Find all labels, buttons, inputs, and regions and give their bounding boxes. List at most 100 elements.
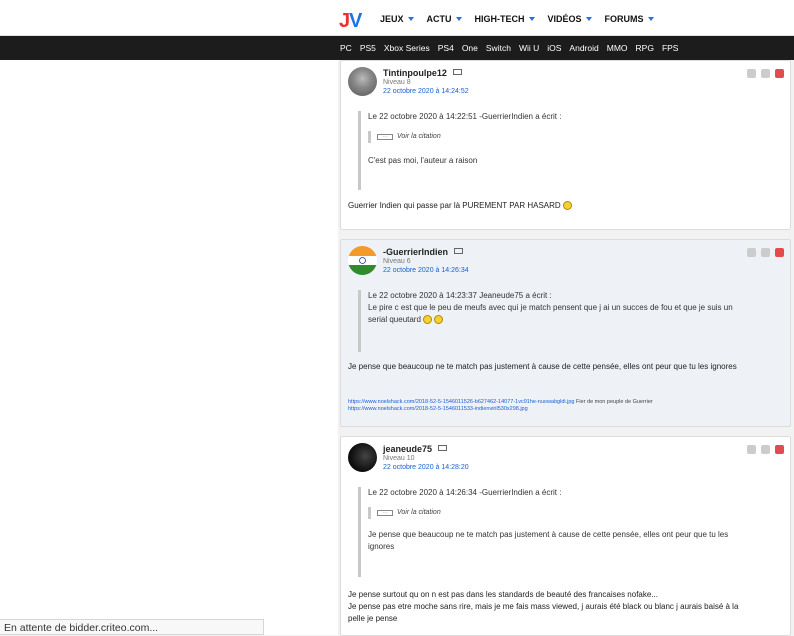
post-actions <box>747 445 784 454</box>
site-header: J V JEUX ACTU HIGH-TECH VIDÉOS FORUMS <box>0 0 794 36</box>
platform-ps5[interactable]: PS5 <box>360 43 376 53</box>
nav-actu[interactable]: ACTU <box>427 14 462 24</box>
browser-status-bar: En attente de bidder.criteo.com... <box>0 619 264 635</box>
post-author[interactable]: jeaneude75 <box>383 444 448 454</box>
svg-text:V: V <box>349 10 363 30</box>
post-date[interactable]: 22 octobre 2020 à 14:26:34 <box>383 267 469 274</box>
post-author[interactable]: Tintinpoulpe12 <box>383 68 462 78</box>
quote-icon[interactable] <box>747 248 756 257</box>
blockquote: Le 22 octobre 2020 à 14:23:37 Jeaneude75… <box>358 290 778 352</box>
post-body-line: Je pense surtout qu on n est pas dans le… <box>348 590 658 599</box>
author-level: Niveau 10 <box>383 455 415 462</box>
mail-icon[interactable] <box>454 248 464 254</box>
quote-text: C'est pas moi, l'auteur a raison <box>368 156 478 165</box>
nav-label: ACTU <box>426 14 452 24</box>
quote-text: Le pire c est que le peu de meufs avec q… <box>368 303 733 312</box>
nav-high-tech[interactable]: HIGH-TECH <box>475 14 535 24</box>
quote-text-cont: ignores <box>368 542 395 551</box>
quote-text: Je pense que beaucoup ne te match pas ju… <box>368 530 729 539</box>
nav-jeux[interactable]: JEUX <box>380 14 414 24</box>
quote-icon[interactable] <box>747 445 756 454</box>
platform-ps4[interactable]: PS4 <box>438 43 454 53</box>
author-name[interactable]: jeaneude75 <box>383 444 432 454</box>
avatar[interactable] <box>348 443 377 472</box>
jv-logo[interactable]: J V <box>339 8 365 30</box>
platform-pc[interactable]: PC <box>340 43 352 53</box>
nav-label: JEUX <box>380 14 404 24</box>
mail-icon[interactable] <box>452 69 462 75</box>
blockquote: Le 22 octobre 2020 à 14:22:51 -GuerrierI… <box>358 111 608 190</box>
ignore-icon[interactable] <box>761 248 770 257</box>
platform-ios[interactable]: iOS <box>547 43 561 53</box>
nav-videos[interactable]: VIDÉOS <box>548 14 592 24</box>
platform-rpg[interactable]: RPG <box>636 43 654 53</box>
main-nav: JEUX ACTU HIGH-TECH VIDÉOS FORUMS <box>380 14 667 24</box>
author-level: Niveau 6 <box>383 258 411 265</box>
post-body-line: pelle je pense <box>348 614 398 623</box>
expand-icon: ··· <box>377 134 393 140</box>
post-body-text: Guerrier Indien qui passe par là PUREMEN… <box>348 201 561 210</box>
blockquote: Le 22 octobre 2020 à 14:26:34 -GuerrierI… <box>358 487 778 577</box>
platform-switch[interactable]: Switch <box>486 43 511 53</box>
ignore-icon[interactable] <box>761 69 770 78</box>
link-caption: Fier de mon peuple de Guerrier <box>576 399 653 405</box>
chevron-down-icon <box>647 17 654 21</box>
expand-icon: ··· <box>377 510 393 516</box>
avatar[interactable] <box>348 67 377 96</box>
report-icon[interactable] <box>775 248 784 257</box>
nav-label: HIGH-TECH <box>474 14 525 24</box>
forum-post: Tintinpoulpe12 Niveau 8 22 octobre 2020 … <box>340 60 791 230</box>
platform-xbox-series[interactable]: Xbox Series <box>384 43 430 53</box>
post-body-line: Je pense pas etre moche sans rire, mais … <box>348 602 739 611</box>
chevron-down-icon <box>407 17 414 21</box>
post-date[interactable]: 22 octobre 2020 à 14:28:20 <box>383 464 469 471</box>
voir-citation[interactable]: ··· Voir la citation <box>368 131 608 143</box>
voir-label: Voir la citation <box>397 133 441 140</box>
author-name[interactable]: Tintinpoulpe12 <box>383 68 447 78</box>
platform-wii-u[interactable]: Wii U <box>519 43 539 53</box>
mail-icon[interactable] <box>438 445 448 451</box>
quote-text-end: serial queutard <box>368 315 421 324</box>
post-body: Je pense que beaucoup ne te match pas ju… <box>348 362 737 371</box>
quote-icon[interactable] <box>747 69 756 78</box>
nav-forums[interactable]: FORUMS <box>605 14 654 24</box>
link-row: https://www.noelshack.com/2018-52-5-1546… <box>348 399 653 406</box>
ignore-icon[interactable] <box>761 445 770 454</box>
nav-label: FORUMS <box>604 14 644 24</box>
quote-header: Le 22 octobre 2020 à 14:22:51 -GuerrierI… <box>368 112 562 121</box>
post-links: https://www.noelshack.com/2018-52-5-1546… <box>348 399 653 413</box>
avatar[interactable] <box>348 246 377 275</box>
noelshack-link[interactable]: https://www.noelshack.com/2018-52-5-1546… <box>348 399 574 405</box>
post-actions <box>747 248 784 257</box>
forum-post: -GuerrierIndien Niveau 6 22 octobre 2020… <box>340 239 791 427</box>
platform-fps[interactable]: FPS <box>662 43 679 53</box>
chevron-down-icon <box>585 17 592 21</box>
report-icon[interactable] <box>775 69 784 78</box>
quote-header: Le 22 octobre 2020 à 14:23:37 Jeaneude75… <box>368 291 552 300</box>
chevron-down-icon <box>528 17 535 21</box>
report-icon[interactable] <box>775 445 784 454</box>
platform-bar: PC PS5 Xbox Series PS4 One Switch Wii U … <box>0 36 794 60</box>
voir-label: Voir la citation <box>397 509 441 516</box>
smiley-icon <box>423 315 433 325</box>
left-column <box>0 60 338 635</box>
quote-text-cont: serial queutard <box>368 314 778 326</box>
author-name[interactable]: -GuerrierIndien <box>383 247 448 257</box>
quote-header: Le 22 octobre 2020 à 14:26:34 -GuerrierI… <box>368 488 562 497</box>
noelshack-link[interactable]: https://www.noelshack.com/2018-52-5-1546… <box>348 406 653 413</box>
post-body: Guerrier Indien qui passe par là PUREMEN… <box>348 200 572 212</box>
platform-mmo[interactable]: MMO <box>607 43 628 53</box>
chevron-down-icon <box>455 17 462 21</box>
voir-citation[interactable]: ··· Voir la citation <box>368 507 778 519</box>
post-date[interactable]: 22 octobre 2020 à 14:24:52 <box>383 88 469 95</box>
platform-one[interactable]: One <box>462 43 478 53</box>
post-body: Je pense surtout qu on n est pas dans le… <box>348 589 738 625</box>
post-author[interactable]: -GuerrierIndien <box>383 247 464 257</box>
smiley-icon <box>434 315 444 325</box>
author-level: Niveau 8 <box>383 79 411 86</box>
platform-android[interactable]: Android <box>569 43 598 53</box>
forum-post: jeaneude75 Niveau 10 22 octobre 2020 à 1… <box>340 436 791 636</box>
smiley-icon <box>562 201 572 211</box>
platform-nav: PC PS5 Xbox Series PS4 One Switch Wii U … <box>340 43 686 53</box>
nav-label: VIDÉOS <box>547 14 582 24</box>
